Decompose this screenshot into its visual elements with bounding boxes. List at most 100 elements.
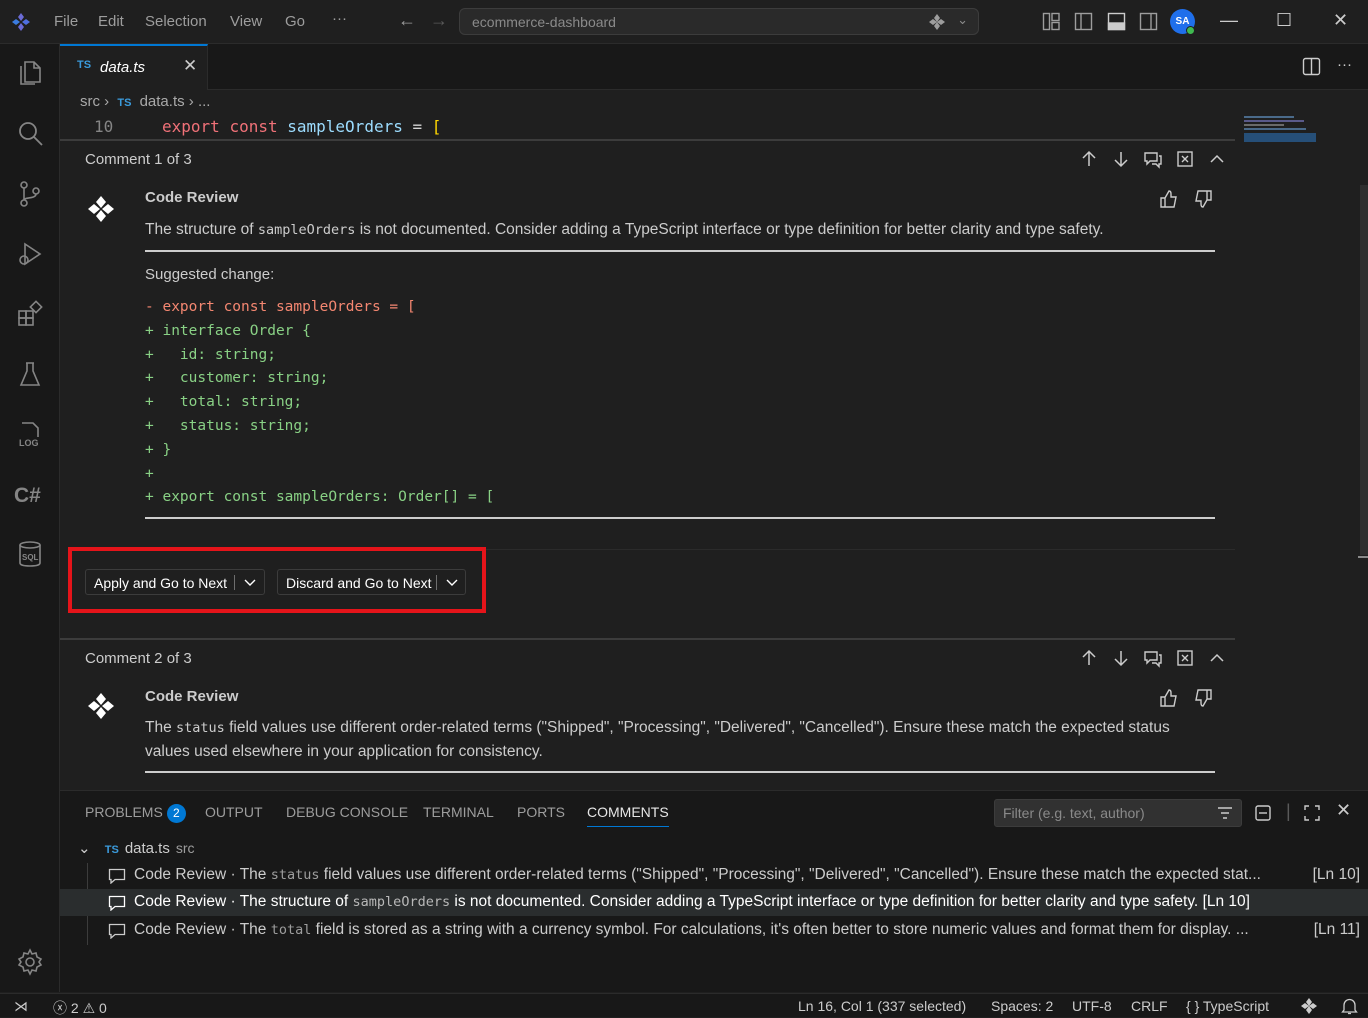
braces-icon: { } <box>1186 998 1200 1014</box>
next-comment-icon[interactable] <box>1111 648 1131 668</box>
filter-input[interactable] <box>995 800 1205 826</box>
comment-author: Code Review <box>145 189 239 206</box>
reply-comment-icon[interactable] <box>1143 648 1163 668</box>
comments-filter <box>994 799 1242 827</box>
comment-list-item[interactable]: Code Review · The status field values us… <box>60 862 1368 889</box>
maximize-panel-icon[interactable] <box>1303 804 1321 822</box>
resolve-comment-icon[interactable] <box>1175 149 1195 169</box>
line-endings[interactable]: CRLF <box>1131 998 1168 1014</box>
comment-icon <box>108 923 126 939</box>
menu-file[interactable]: File <box>54 13 78 30</box>
encoding[interactable]: UTF-8 <box>1072 998 1112 1014</box>
bottom-panel: PROBLEMS 2 OUTPUT DEBUG CONSOLE TERMINAL … <box>60 790 1368 992</box>
online-status-dot <box>1186 26 1195 35</box>
editor-scrollbar[interactable] <box>1358 90 1368 790</box>
filter-icon[interactable] <box>1217 805 1233 821</box>
menu-edit[interactable]: Edit <box>98 13 124 30</box>
menu-view[interactable]: View <box>230 13 262 30</box>
suggested-diff: - export const sampleOrders = [+ interfa… <box>145 296 494 510</box>
maximize-icon[interactable]: ☐ <box>1276 10 1292 31</box>
thumbs-down-icon[interactable] <box>1193 688 1213 708</box>
close-window-icon[interactable]: ✕ <box>1333 10 1348 31</box>
comment-actions <box>1079 648 1227 668</box>
next-comment-icon[interactable] <box>1111 149 1131 169</box>
settings-gear-icon[interactable] <box>16 948 44 976</box>
copilot-status-icon[interactable] <box>1300 997 1318 1015</box>
extensions-icon[interactable] <box>16 300 44 328</box>
menu-more[interactable]: ··· <box>332 10 347 27</box>
breadcrumb-symbol[interactable]: ... <box>198 93 211 110</box>
back-arrow-icon[interactable]: ← <box>398 10 416 31</box>
command-center-search[interactable]: ecommerce-dashboard ⌄ <box>459 8 979 35</box>
copilot-icon[interactable] <box>928 13 946 31</box>
tree-file-node[interactable]: ⌄ TS data.ts src <box>78 839 195 857</box>
tab-problems[interactable]: PROBLEMS 2 <box>85 804 186 823</box>
language-mode[interactable]: { } TypeScript <box>1186 998 1269 1014</box>
breadcrumb-file[interactable]: data.ts <box>140 93 185 110</box>
customize-layout-icon[interactable] <box>1042 12 1061 31</box>
indentation[interactable]: Spaces: 2 <box>991 998 1053 1014</box>
more-actions-icon[interactable]: ··· <box>1337 56 1352 73</box>
previous-comment-icon[interactable] <box>1079 149 1099 169</box>
toggle-primary-sidebar-icon[interactable] <box>1074 12 1093 31</box>
typescript-file-icon: TS <box>117 97 132 109</box>
collapse-all-icon[interactable] <box>1254 804 1272 822</box>
menu-selection[interactable]: Selection <box>145 13 207 30</box>
tab-output[interactable]: OUTPUT <box>205 804 263 820</box>
toggle-secondary-sidebar-icon[interactable] <box>1139 12 1158 31</box>
minimize-icon[interactable]: — <box>1220 10 1238 31</box>
testing-icon[interactable] <box>16 360 44 388</box>
reaction-buttons <box>1159 189 1213 209</box>
log-icon[interactable]: LOG <box>16 420 44 448</box>
previous-comment-icon[interactable] <box>1079 648 1099 668</box>
remote-icon[interactable]: ⋊ <box>14 998 28 1015</box>
minimap[interactable] <box>1240 90 1360 790</box>
problems-status[interactable]: ⓧ 2 ⚠ 0 <box>53 998 107 1018</box>
comment-list-item[interactable]: Code Review · The total field is stored … <box>60 917 1368 944</box>
tab-debug-console[interactable]: DEBUG CONSOLE <box>286 804 408 820</box>
collapse-comment-icon[interactable] <box>1207 648 1227 668</box>
toggle-panel-icon[interactable] <box>1107 12 1126 31</box>
chevron-down-icon[interactable]: ⌄ <box>78 840 91 857</box>
resolve-comment-icon[interactable] <box>1175 648 1195 668</box>
svg-text:LOG: LOG <box>19 438 39 448</box>
comment-icon <box>108 895 126 911</box>
highlight-box <box>68 547 486 613</box>
tab-data-ts[interactable]: TS data.ts ✕ <box>60 44 208 90</box>
comment-header: Comment 1 of 3 <box>85 151 192 168</box>
notifications-bell-icon[interactable] <box>1341 997 1358 1015</box>
chevron-down-icon[interactable]: ⌄ <box>957 12 968 28</box>
thumbs-up-icon[interactable] <box>1159 688 1179 708</box>
code-text: export const sampleOrders = [ <box>162 117 442 136</box>
title-bar: File Edit Selection View Go ··· ← → ecom… <box>0 0 1368 44</box>
csharp-icon[interactable]: C# <box>14 484 41 508</box>
tab-comments[interactable]: COMMENTS <box>587 804 669 827</box>
status-bar: ⋊ ⓧ 2 ⚠ 0 Ln 16, Col 1 (337 selected) Sp… <box>0 993 1368 1017</box>
comment-list-item-selected[interactable]: Code Review · The structure of sampleOrd… <box>60 889 1368 916</box>
forward-arrow-icon[interactable]: → <box>430 10 448 31</box>
line-number: 10 <box>94 117 114 136</box>
divider <box>145 771 1215 773</box>
collapse-comment-icon[interactable] <box>1207 149 1227 169</box>
split-editor-icon[interactable] <box>1302 57 1321 76</box>
tab-ports[interactable]: PORTS <box>517 804 565 820</box>
sql-database-icon[interactable]: SQL <box>16 540 44 568</box>
copilot-avatar-icon <box>88 196 114 222</box>
breadcrumb-folder[interactable]: src <box>80 93 100 110</box>
close-tab-icon[interactable]: ✕ <box>183 56 197 76</box>
reply-comment-icon[interactable] <box>1143 149 1163 169</box>
explorer-icon[interactable] <box>16 58 44 86</box>
cursor-position[interactable]: Ln 16, Col 1 (337 selected) <box>798 998 966 1014</box>
search-icon[interactable] <box>16 119 44 147</box>
diff-added-line: + interface Order { <box>145 322 311 339</box>
code-line[interactable]: 10 export const sampleOrders = [ <box>60 114 1240 138</box>
thumbs-up-icon[interactable] <box>1159 189 1179 209</box>
close-panel-icon[interactable]: ✕ <box>1336 800 1351 821</box>
editor-tab-bar: TS data.ts ✕ ··· <box>60 44 1368 90</box>
chevron-right-icon: › <box>104 93 114 110</box>
run-debug-icon[interactable] <box>16 240 44 268</box>
menu-go[interactable]: Go <box>285 13 305 30</box>
tab-terminal[interactable]: TERMINAL <box>423 804 494 820</box>
source-control-icon[interactable] <box>16 180 44 208</box>
thumbs-down-icon[interactable] <box>1193 189 1213 209</box>
